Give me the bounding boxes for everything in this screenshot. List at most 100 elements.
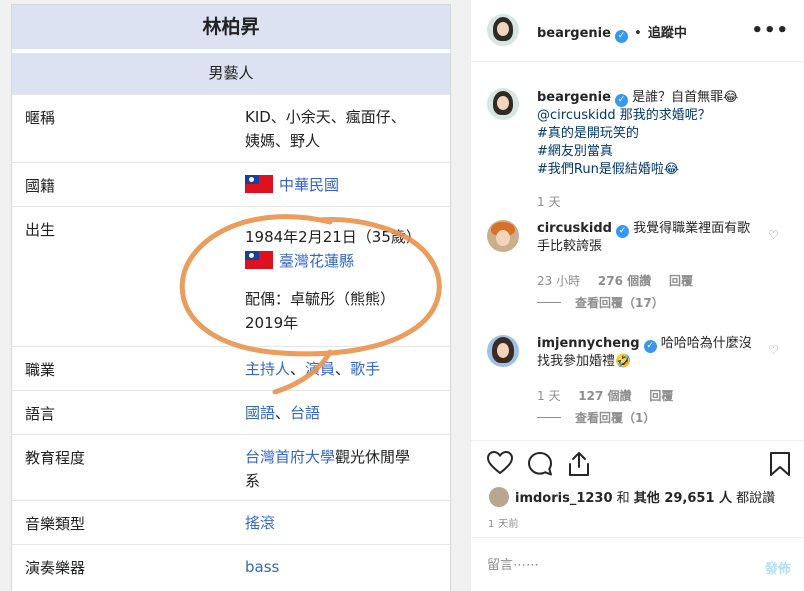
value-line: KID、小余天、瘋面仔、 [245,108,406,126]
action-bar [471,440,804,490]
reply-button[interactable]: 回覆 [669,274,693,288]
post-timestamp[interactable]: 1 天前 [488,515,519,530]
avatar[interactable] [487,220,519,252]
row-occupation: 職業 主持人、演員、歌手 [12,346,452,390]
liker-avatar[interactable] [489,487,509,507]
verified-icon: ✓ [643,340,657,353]
view-replies-label: 查看回覆（1） [575,411,656,425]
avatar[interactable] [487,14,519,46]
share-icon[interactable] [567,451,591,477]
row-key: 演奏樂器 [25,559,86,577]
row-value: 台灣首府大學觀光休閒學 系 [245,445,445,493]
genre-link[interactable]: 搖滾 [245,514,275,532]
infobox-title: 林柏昇 [12,5,450,49]
row-value: 國語、台語 [245,401,445,425]
instrument-link[interactable]: bass [245,558,279,576]
comment-time[interactable]: 1 天 [537,389,560,403]
wiki-infobox: 林柏昇 男藝人 暱稱 KID、小余天、瘋面仔、 姨媽、野人 國籍 中華民國 出生… [11,4,452,591]
hashtag-link[interactable]: #真的是開玩笑的 [537,125,787,143]
reply-button[interactable]: 回覆 [649,389,673,403]
marriage-year: 2019年 [245,314,299,332]
row-instrument: 演奏樂器 bass [12,544,452,588]
replies-dash [537,302,561,303]
username-link[interactable]: imjennycheng [537,336,640,351]
verified-icon: ✓ [616,225,629,238]
username-link[interactable]: beargenie [537,26,611,41]
row-education: 教育程度 台灣首府大學觀光休閒學 系 [12,434,452,500]
school-link[interactable]: 台灣首府大學 [245,448,335,466]
occupation-link[interactable]: 演員 [305,360,335,378]
hashtag-link[interactable]: #我們Run是假結婚啦😂 [537,161,787,179]
comment-meta: 23 小時 276 個讚 回覆 [537,272,693,289]
spouse-text: 配偶：卓毓彤（熊熊） [245,290,396,308]
likes-suffix: 都說讚 [732,491,776,506]
row-value: KID、小余天、瘋面仔、 姨媽、野人 [245,105,445,153]
post-media[interactable]: 林柏昇 男藝人 暱稱 KID、小余天、瘋面仔、 姨媽、野人 國籍 中華民國 出生… [0,0,470,591]
comment-composer: 發佈 [471,537,804,591]
row-key: 語言 [25,405,56,423]
post-header: beargenie ✓ • 追蹤中 ••• [471,0,804,62]
row-value: 1984年2月21日（35歲） 臺灣花蓮縣 配偶：卓毓彤（熊熊） 2019年 [245,225,445,335]
hashtag-link[interactable]: #網友別當真 [537,143,787,161]
view-replies-button[interactable]: 查看回覆（1） [537,409,655,426]
header-user: beargenie ✓ • 追蹤中 [537,22,687,43]
row-key: 出生 [25,221,56,239]
liker-username[interactable]: imdoris_1230 [515,491,613,506]
comment-line: 手比較誇張 [537,239,603,254]
row-value: 搖滾 [245,511,445,535]
avatar[interactable] [487,88,519,120]
value-text: 系 [245,472,261,490]
following-button[interactable]: 追蹤中 [648,26,687,41]
likes-summary: imdoris_1230 和 其他 29,651 人 都說讚 [489,487,775,507]
row-genre: 音樂類型 搖滾 [12,500,452,544]
post-comment-button[interactable]: 發佈 [765,558,791,577]
heart-icon[interactable] [487,451,513,475]
language-link[interactable]: 台語 [290,404,320,422]
verified-icon: ✓ [614,94,628,107]
row-nickname: 暱稱 KID、小余天、瘋面仔、 姨媽、野人 [12,94,452,162]
caption-time[interactable]: 1 天 [537,193,787,211]
row-value: 主持人、演員、歌手 [245,357,445,381]
like-comment-icon[interactable]: ♡ [768,343,779,357]
mention-link[interactable]: @circuskidd 那我的求婚呢？ [537,107,787,125]
birthplace-link[interactable]: 臺灣花蓮縣 [279,252,354,270]
bookmark-icon[interactable] [769,451,791,477]
comment-likes[interactable]: 276 個讚 [598,274,651,288]
more-options-icon[interactable]: ••• [751,20,789,41]
occupation-link[interactable]: 歌手 [350,360,380,378]
like-comment-icon[interactable]: ♡ [768,228,779,242]
row-key: 暱稱 [25,109,56,127]
comment-time[interactable]: 23 小時 [537,274,580,288]
username-link[interactable]: circuskidd [537,221,612,236]
comment-meta: 1 天 127 個讚 回覆 [537,387,673,404]
occupation-link[interactable]: 主持人 [245,360,290,378]
comment-input[interactable] [487,552,737,578]
comment-text: imjennycheng ✓ 哈哈哈為什麼沒 找我參加婚禮🤣 [537,335,767,371]
comment-likes[interactable]: 127 個讚 [578,389,631,403]
nationality-link[interactable]: 中華民國 [279,176,339,194]
row-value: 中華民國 [245,173,445,197]
username-link[interactable]: beargenie [537,90,611,105]
separator: 、 [335,360,351,378]
view-replies-label: 查看回覆（17） [575,296,664,310]
post-panel: beargenie ✓ • 追蹤中 ••• beargenie ✓ 是誰？自首無罪😂… [470,0,804,591]
replies-dash [537,417,561,418]
likes-count[interactable]: 其他 29,651 人 [634,491,732,506]
comment-item: imjennycheng ✓ 哈哈哈為什麼沒 找我參加婚禮🤣 ♡ 1 天 127 … [471,333,804,433]
row-birth: 出生 1984年2月21日（35歲） 臺灣花蓮縣 配偶：卓毓彤（熊熊） 2019… [12,206,452,346]
row-key: 職業 [25,361,56,379]
comment-line: 哈哈哈為什麼沒 [660,336,752,351]
separator: 、 [275,404,291,422]
row-language: 語言 國語、台語 [12,390,452,434]
row-value: bass [245,555,445,579]
value-text: 觀光休閒學 [335,448,411,466]
comment-icon[interactable] [527,451,553,477]
infobox-subtitle: 男藝人 [12,49,450,94]
comment-line: 找我參加婚禮🤣 [537,354,632,369]
row-nationality: 國籍 中華民國 [12,162,452,206]
view-replies-button[interactable]: 查看回覆（17） [537,294,664,311]
taiwan-flag-icon [245,251,273,269]
language-link[interactable]: 國語 [245,404,275,422]
avatar[interactable] [487,335,519,367]
comment-text: circuskidd ✓ 我覺得職業裡面有歌 手比較誇張 [537,220,767,256]
